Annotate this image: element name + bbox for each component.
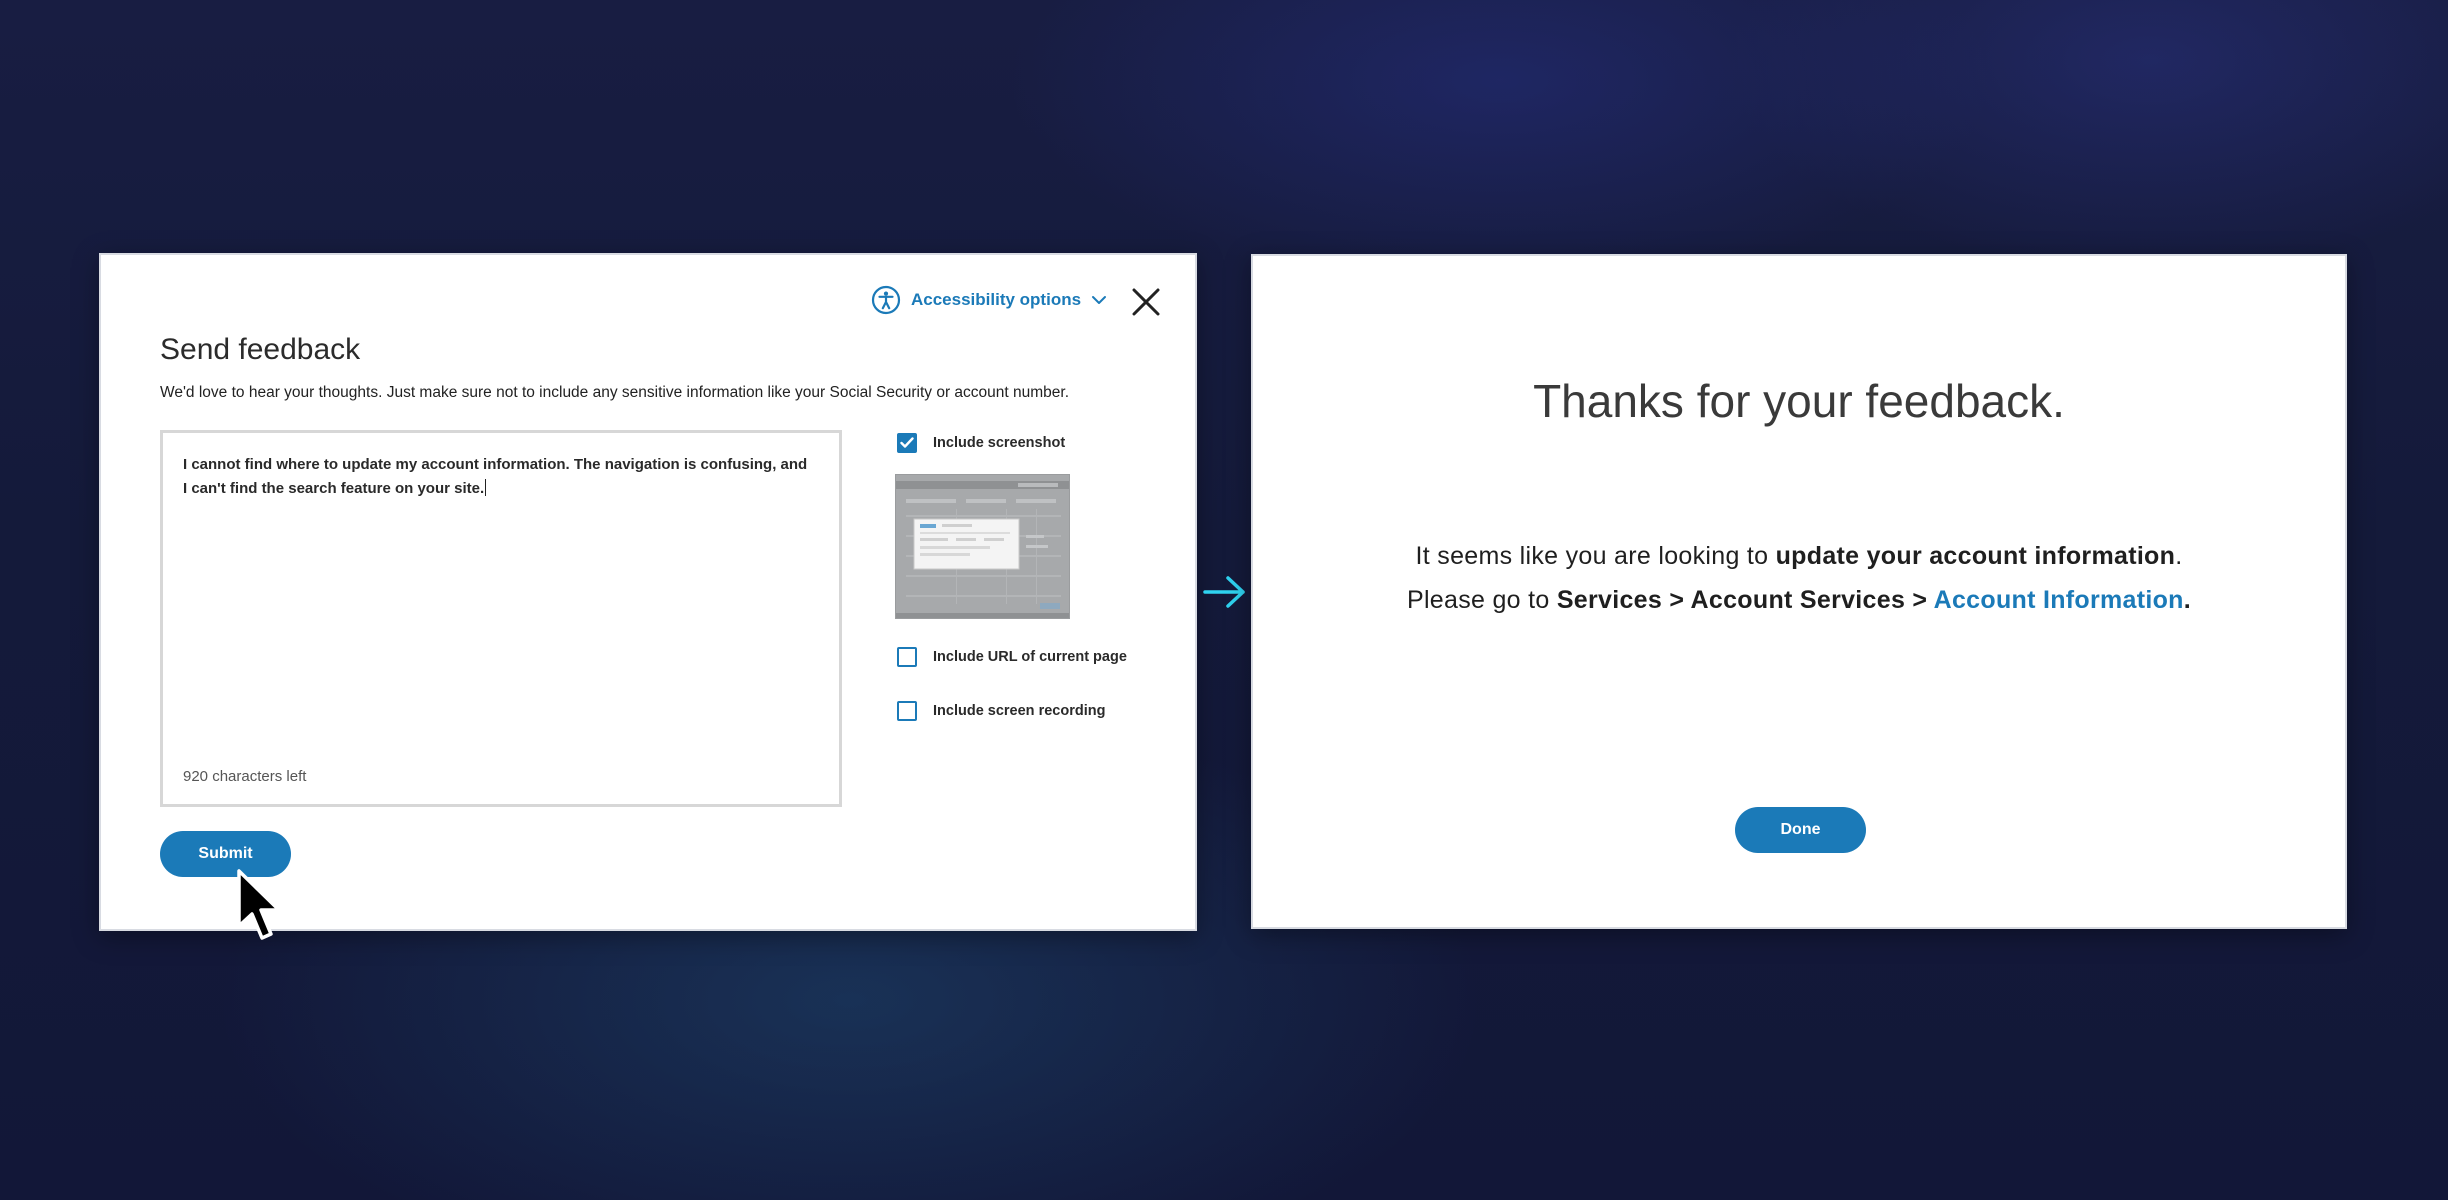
accessibility-options-label: Accessibility options — [911, 290, 1082, 309]
include-screenshot-checkbox[interactable] — [897, 433, 917, 453]
account-information-link[interactable]: Account Information — [1934, 586, 2184, 614]
suggested-task: update your account information — [1775, 542, 2176, 570]
dialog-title: Send feedback — [160, 333, 361, 366]
include-screen-recording-option[interactable]: Include screen recording — [897, 701, 1105, 721]
thanks-title: Thanks for your feedback. — [1533, 375, 2065, 427]
checkmark-icon — [900, 437, 914, 448]
include-screenshot-option[interactable]: Include screenshot — [897, 433, 1065, 453]
navigation-path: Services > Account Services > — [1556, 586, 1934, 614]
feedback-textarea-value: I cannot find where to update my account… — [183, 456, 808, 497]
thanks-dialog: Thanks for your feedback. It seems like … — [1251, 254, 2347, 929]
accessibility-options-dropdown[interactable]: Accessibility options — [871, 285, 1107, 315]
chevron-down-icon — [1092, 296, 1107, 304]
dialog-subtitle: We'd love to hear your thoughts. Just ma… — [160, 384, 1070, 401]
text-caret — [485, 479, 487, 496]
done-button[interactable]: Done — [1735, 807, 1866, 853]
close-icon[interactable] — [1129, 285, 1163, 319]
characters-left-counter: 920 characters left — [183, 768, 307, 785]
suggestion-message-line-1: It seems like you are looking to update … — [1415, 542, 2183, 570]
suggestion-message-line-2: Please go to Services > Account Services… — [1406, 586, 2192, 614]
include-url-option[interactable]: Include URL of current page — [897, 647, 1127, 667]
include-screen-recording-label: Include screen recording — [933, 703, 1106, 719]
accessibility-person-icon — [871, 285, 901, 315]
send-feedback-dialog: Accessibility options Send feedback We'd… — [99, 253, 1197, 931]
include-url-checkbox[interactable] — [897, 647, 917, 667]
include-screenshot-label: Include screenshot — [933, 435, 1066, 451]
screenshot-thumbnail — [895, 474, 1070, 619]
include-url-label: Include URL of current page — [933, 649, 1127, 665]
include-screen-recording-checkbox[interactable] — [897, 701, 917, 721]
feedback-textarea[interactable]: I cannot find where to update my account… — [160, 430, 842, 807]
arrow-right-icon — [1203, 576, 1245, 608]
mouse-pointer-icon — [237, 869, 281, 940]
